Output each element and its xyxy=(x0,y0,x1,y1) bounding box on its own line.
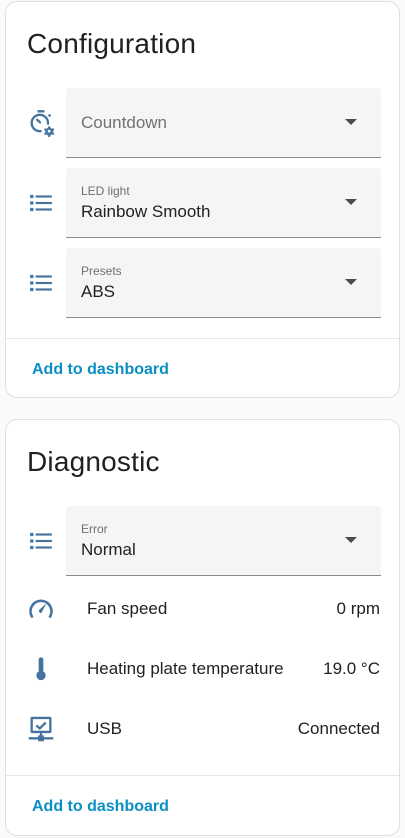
presets-row: Presets ABS xyxy=(6,248,399,318)
countdown-row: Countdown xyxy=(6,88,399,158)
divider xyxy=(6,338,399,339)
configuration-card: Configuration Countdown LED light Rainbo… xyxy=(5,1,400,398)
sensor-name: Fan speed xyxy=(87,599,168,618)
monitor-network-icon xyxy=(26,714,56,744)
diagnostic-card: Diagnostic Error Normal Fan speed 0 rpm … xyxy=(5,419,400,836)
sensor-value: 0 rpm xyxy=(336,599,380,618)
error-value: Normal xyxy=(81,540,136,559)
list-icon xyxy=(26,526,56,556)
presets-value: ABS xyxy=(81,282,116,301)
sensor-value: Connected xyxy=(297,719,380,738)
list-icon xyxy=(26,188,56,218)
error-label: Error xyxy=(81,522,108,536)
sensor-row-heating-plate-temperature[interactable]: Heating plate temperature 19.0 °C xyxy=(6,649,399,689)
error-select[interactable]: Error Normal xyxy=(66,506,381,576)
diagnostic-title: Diagnostic xyxy=(27,446,160,477)
thermometer-icon xyxy=(26,654,56,684)
configuration-title: Configuration xyxy=(27,28,197,59)
countdown-select[interactable]: Countdown xyxy=(66,88,381,158)
chevron-down-icon xyxy=(345,537,357,543)
sensor-name: Heating plate temperature xyxy=(87,659,284,678)
chevron-down-icon xyxy=(345,119,357,125)
sensor-value: 19.0 °C xyxy=(323,659,380,678)
list-icon xyxy=(26,268,56,298)
timer-cog-icon xyxy=(26,108,56,138)
sensor-row-fan-speed[interactable]: Fan speed 0 rpm xyxy=(6,589,399,629)
presets-label: Presets xyxy=(81,264,122,278)
presets-select[interactable]: Presets ABS xyxy=(66,248,381,318)
divider xyxy=(6,775,399,776)
sensor-row-usb[interactable]: USB Connected xyxy=(6,709,399,749)
sensor-name: USB xyxy=(87,719,122,738)
led-light-label: LED light xyxy=(81,184,130,198)
add-to-dashboard-button[interactable]: Add to dashboard xyxy=(32,357,169,383)
led-light-value: Rainbow Smooth xyxy=(81,202,211,221)
speedometer-icon xyxy=(26,594,56,624)
countdown-placeholder: Countdown xyxy=(81,113,168,132)
add-to-dashboard-button[interactable]: Add to dashboard xyxy=(32,794,169,820)
error-row: Error Normal xyxy=(6,506,399,576)
chevron-down-icon xyxy=(345,279,357,285)
chevron-down-icon xyxy=(345,199,357,205)
led-light-row: LED light Rainbow Smooth xyxy=(6,168,399,238)
led-light-select[interactable]: LED light Rainbow Smooth xyxy=(66,168,381,238)
